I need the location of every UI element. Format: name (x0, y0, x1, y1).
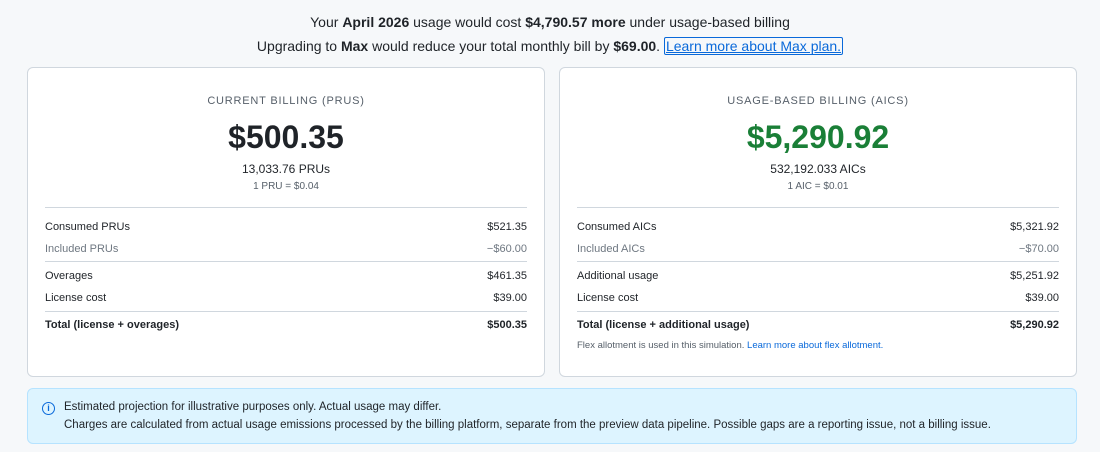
divider (45, 261, 527, 262)
summary-suffix: under usage-based billing (625, 14, 790, 30)
billing-row: Overages $461.35 (45, 268, 527, 284)
billing-row: Included AICs −$70.00 (577, 241, 1059, 257)
upgrade-plan: Max (340, 38, 369, 54)
divider (45, 207, 527, 208)
card-title: CURRENT BILLING (PRUS) (207, 95, 365, 107)
row-label: Overages (45, 270, 93, 282)
row-value: $500.35 (487, 319, 527, 331)
row-label: Total (license + overages) (45, 319, 179, 331)
row-label: Consumed PRUs (45, 221, 130, 233)
upgrade-prefix: Upgrading to (256, 38, 341, 54)
summary-middle: usage would cost (409, 14, 526, 30)
billing-total-row: Total (license + additional usage) $5,29… (577, 317, 1059, 333)
upgrade-summary: Upgrading to Max would reduce your total… (0, 37, 1100, 55)
divider (45, 311, 527, 312)
summary-prefix: Your (310, 14, 343, 30)
row-value: $521.35 (487, 221, 527, 233)
upgrade-suffix: . (656, 38, 664, 54)
billing-row: License cost $39.00 (577, 290, 1059, 306)
learn-more-max-plan-link[interactable]: Learn more about Max plan. (663, 37, 844, 55)
card-rate: 1 PRU = $0.04 (253, 181, 319, 192)
row-value: −$70.00 (1018, 243, 1059, 255)
usage-billing-card: USAGE-BASED BILLING (AICS) $5,290.92 532… (559, 67, 1077, 377)
row-label: License cost (577, 292, 639, 304)
row-value: $39.00 (1025, 292, 1059, 304)
billing-row: Consumed AICs $5,321.92 (577, 219, 1059, 235)
row-value: −$60.00 (486, 243, 527, 255)
row-value: $461.35 (487, 270, 527, 282)
divider (577, 207, 1059, 208)
banner-line: Estimated projection for illustrative pu… (64, 401, 442, 413)
row-label: Consumed AICs (577, 221, 657, 233)
row-label: Additional usage (577, 270, 659, 282)
projection-info-banner: i Estimated projection for illustrative … (27, 388, 1077, 444)
billing-row: License cost $39.00 (45, 290, 527, 306)
row-value: $39.00 (493, 292, 527, 304)
divider (577, 261, 1059, 262)
note-text: Flex allotment is used in this simulatio… (577, 340, 748, 351)
upgrade-amount: $69.00 (613, 38, 657, 54)
learn-more-flex-allotment-link[interactable]: Learn more about flex allotment. (747, 340, 883, 351)
billing-row: Consumed PRUs $521.35 (45, 219, 527, 235)
billing-row: Additional usage $5,251.92 (577, 268, 1059, 284)
row-label: Included AICs (577, 243, 645, 255)
banner-line: Charges are calculated from actual usage… (64, 419, 991, 431)
card-title: USAGE-BASED BILLING (AICS) (727, 95, 909, 107)
card-rate: 1 AIC = $0.01 (787, 181, 849, 192)
card-amount: $5,290.92 (746, 119, 890, 155)
row-value: $5,321.92 (1010, 221, 1059, 233)
row-value: $5,251.92 (1010, 270, 1059, 282)
divider (577, 311, 1059, 312)
row-value: $5,290.92 (1010, 319, 1059, 331)
upgrade-middle: would reduce your total monthly bill by (368, 38, 614, 54)
card-amount: $500.35 (228, 119, 344, 155)
info-icon: i (42, 402, 55, 415)
card-units: 532,192.033 AICs (770, 162, 866, 176)
current-billing-card: CURRENT BILLING (PRUS) $500.35 13,033.76… (27, 67, 545, 377)
usage-cost-summary: Your April 2026 usage would cost $4,790.… (0, 13, 1100, 31)
row-label: Included PRUs (45, 243, 119, 255)
row-label: Total (license + additional usage) (577, 319, 750, 331)
summary-amount: $4,790.57 more (525, 14, 626, 30)
flex-allotment-note: Flex allotment is used in this simulatio… (577, 340, 883, 351)
summary-month: April 2026 (342, 14, 410, 30)
card-units: 13,033.76 PRUs (241, 162, 331, 176)
billing-total-row: Total (license + overages) $500.35 (45, 317, 527, 333)
row-label: License cost (45, 292, 107, 304)
billing-row: Included PRUs −$60.00 (45, 241, 527, 257)
